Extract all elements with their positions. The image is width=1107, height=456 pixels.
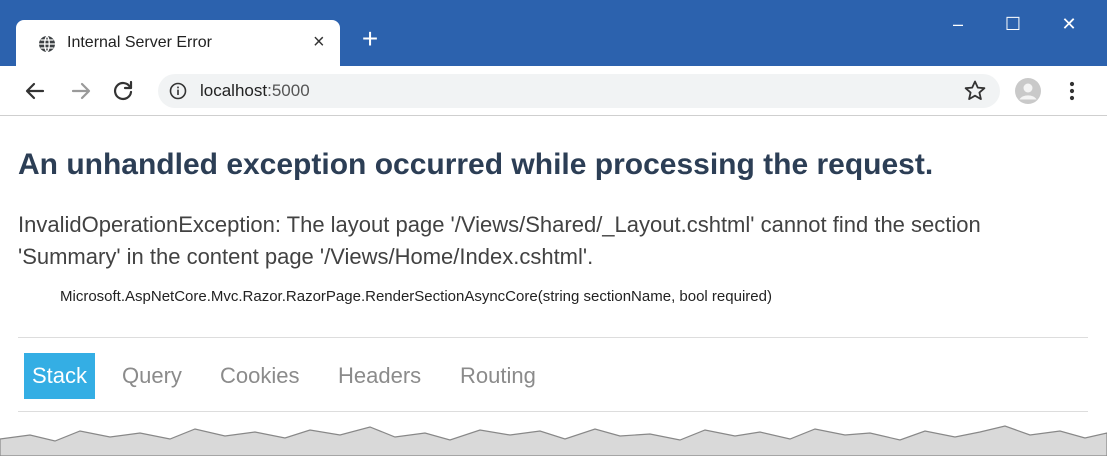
forward-arrow-icon[interactable]	[68, 78, 94, 104]
divider	[18, 337, 1088, 338]
tab-cookies[interactable]: Cookies	[220, 353, 299, 399]
tab-close-icon[interactable]: ×	[313, 32, 325, 52]
info-icon[interactable]	[169, 82, 187, 100]
maximize-button[interactable]: ☐	[990, 10, 1036, 40]
tab-title: Internal Server Error	[67, 34, 212, 51]
url-port: :5000	[267, 81, 310, 100]
torn-edge	[0, 425, 1107, 456]
exception-location: Microsoft.AspNetCore.Mvc.Razor.RazorPage…	[60, 288, 772, 305]
tab-stack[interactable]: Stack	[24, 353, 96, 399]
reload-icon[interactable]	[110, 78, 136, 104]
address-bar[interactable]: localhost:5000	[158, 74, 1000, 108]
url-host: localhost	[200, 81, 268, 100]
url-text: localhost:5000	[200, 81, 310, 101]
profile-avatar-icon[interactable]	[1014, 77, 1042, 105]
globe-icon	[39, 35, 55, 53]
close-window-button[interactable]: ✕	[1046, 10, 1092, 40]
new-tab-button[interactable]: +	[358, 25, 382, 53]
kebab-menu-icon[interactable]	[1062, 78, 1082, 104]
divider	[18, 411, 1088, 412]
browser-tab[interactable]: Internal Server Error ×	[16, 20, 340, 66]
tab-query[interactable]: Query	[122, 353, 182, 399]
bookmark-star-icon[interactable]	[962, 78, 988, 104]
error-headline: An unhandled exception occurred while pr…	[18, 148, 934, 181]
exception-message: InvalidOperationException: The layout pa…	[18, 212, 981, 269]
browser-titlebar: Internal Server Error × + – ☐ ✕	[0, 0, 1107, 66]
minimize-button[interactable]: –	[935, 10, 981, 40]
back-arrow-icon[interactable]	[22, 78, 48, 104]
tab-headers[interactable]: Headers	[338, 353, 421, 399]
browser-toolbar: localhost:5000	[0, 66, 1107, 116]
tab-routing[interactable]: Routing	[460, 353, 536, 399]
page-content: An unhandled exception occurred while pr…	[0, 117, 1107, 456]
